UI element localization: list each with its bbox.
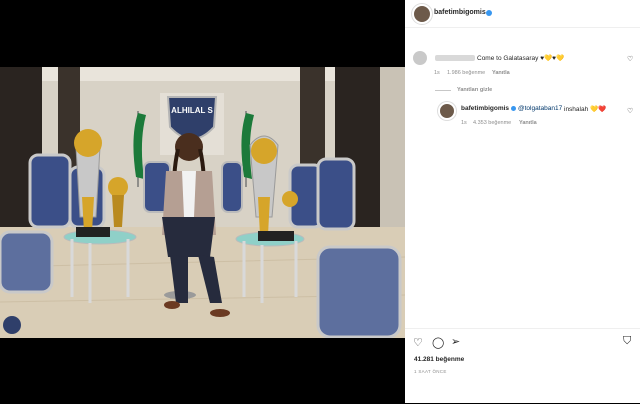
post-username[interactable]: bafetimbigomis [434, 9, 486, 16]
reply-like-heart-icon[interactable]: ♡ [627, 107, 633, 115]
emblem-text: ALHILAL S [171, 106, 213, 115]
likes-count[interactable]: 41.281 beğenme [414, 356, 464, 363]
comment-likes[interactable]: 1.986 beğenme [447, 70, 485, 76]
post-sidebar: bafetimbigomis Come to Galatasaray ♥💛♥💛 … [405, 0, 640, 403]
comment-reply-link[interactable]: Yanıtla [492, 70, 510, 76]
replies-divider [435, 90, 451, 91]
reply-avatar[interactable] [438, 102, 456, 120]
share-send-icon[interactable]: ➢ [451, 335, 460, 348]
action-bar: ♡ ◯ ➢ ⛉ 41.281 beğenme 1 SAAT ÖNCE [405, 328, 640, 404]
verified-badge-icon [486, 10, 492, 16]
club-emblem [166, 96, 218, 140]
post-time: 1 SAAT ÖNCE [414, 369, 447, 374]
comment-text: Come to Galatasaray ♥💛♥💛 [477, 55, 565, 62]
comment-like-heart-icon[interactable]: ♡ [627, 55, 633, 63]
reply-verified-badge-icon [511, 106, 516, 111]
reply-age: 1s [461, 120, 467, 126]
reply-likes[interactable]: 4.353 beğenme [473, 120, 511, 126]
like-heart-icon[interactable]: ♡ [413, 336, 423, 349]
reply-mention[interactable]: @tolgataban17 [518, 105, 562, 112]
avatar[interactable] [412, 4, 432, 24]
blurred-username[interactable] [435, 55, 475, 61]
commenter-avatar[interactable] [413, 51, 427, 65]
reply-reply-link[interactable]: Yanıtla [519, 120, 537, 126]
post-header: bafetimbigomis [405, 0, 640, 28]
comment-age: 1s [434, 70, 440, 76]
reply-username[interactable]: bafetimbigomis [461, 105, 509, 112]
comment-bubble-icon[interactable]: ◯ [432, 336, 444, 349]
photo-scene: ALHILAL S [0, 67, 405, 338]
post-media[interactable]: ALHILAL S [0, 0, 405, 403]
post-photo[interactable]: ALHILAL S [0, 67, 405, 338]
reply-text: inshalah 💛❤️ [564, 106, 607, 113]
bookmark-icon[interactable]: ⛉ [623, 335, 631, 348]
hide-replies-link[interactable]: Yanıtları gizle [457, 87, 492, 93]
